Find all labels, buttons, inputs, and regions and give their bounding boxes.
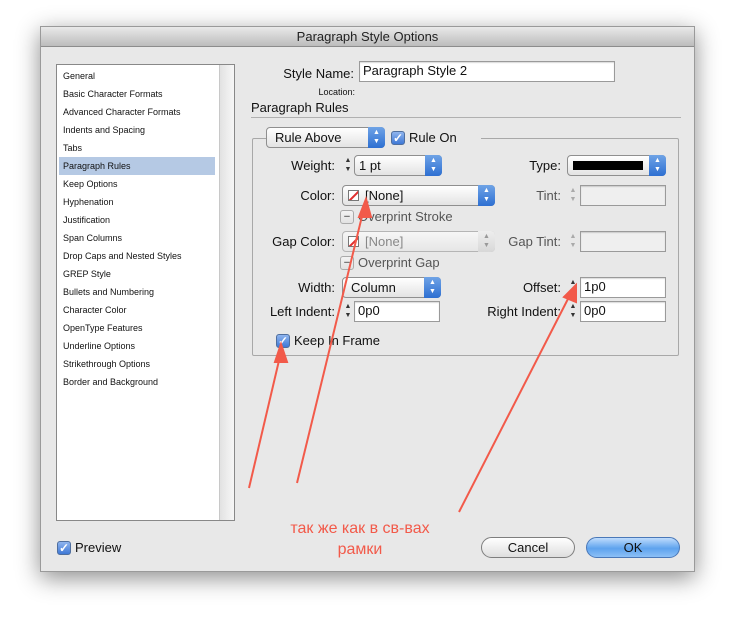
weight-label: Weight:: [291, 158, 335, 173]
right-indent-label: Right Indent:: [487, 304, 561, 319]
none-swatch-icon: [348, 190, 359, 201]
width-popup[interactable]: Column ▲ ▼: [342, 277, 441, 298]
sidebar-item-paragraph-rules[interactable]: Paragraph Rules: [59, 157, 215, 175]
annotation-line-1: так же как в св-вах: [290, 520, 430, 537]
gap-color-value: [None]: [365, 234, 404, 249]
weight-stepper[interactable]: ▲ ▼: [342, 155, 354, 175]
type-label: Type:: [529, 158, 561, 173]
dialog-window: Paragraph Style Options General Basic Ch…: [40, 26, 695, 572]
sidebar-item-grep-style[interactable]: GREP Style: [59, 265, 215, 283]
sidebar-item-span-columns[interactable]: Span Columns: [59, 229, 215, 247]
sidebar-item-character-color[interactable]: Character Color: [59, 301, 215, 319]
gap-tint-input[interactable]: [580, 231, 666, 252]
none-swatch-icon: [348, 236, 359, 247]
offset-label: Offset:: [522, 280, 561, 295]
annotation-text: так же как в св-вах рамки: [240, 518, 480, 560]
overprint-gap-checkbox[interactable]: −: [340, 256, 354, 270]
sidebar-item-underline-options[interactable]: Underline Options: [59, 337, 215, 355]
sidebar-item-tabs[interactable]: Tabs: [59, 139, 215, 157]
right-indent-input[interactable]: 0p0: [580, 301, 666, 322]
rule-on-checkbox[interactable]: ✓: [391, 131, 405, 145]
section-divider: [251, 117, 681, 118]
tint-input[interactable]: [580, 185, 666, 206]
sidebar-item-strikethrough-options[interactable]: Strikethrough Options: [59, 355, 215, 373]
width-value: Column: [351, 280, 396, 295]
preview-checkbox[interactable]: ✓: [57, 541, 71, 555]
sidebar-item-bullets-and-numbering[interactable]: Bullets and Numbering: [59, 283, 215, 301]
left-indent-input[interactable]: 0p0: [354, 301, 440, 322]
type-popup[interactable]: ▲ ▼: [567, 155, 666, 176]
sidebar-item-border-and-background[interactable]: Border and Background: [59, 373, 215, 391]
cancel-button[interactable]: Cancel: [481, 537, 575, 558]
category-list: General Basic Character Formats Advanced…: [56, 64, 235, 521]
style-name-input[interactable]: Paragraph Style 2: [359, 61, 615, 82]
weight-value: 1 pt: [359, 158, 381, 173]
section-title: Paragraph Rules: [251, 100, 349, 115]
list-scrollbar[interactable]: [219, 65, 234, 520]
gap-color-label: Gap Color:: [272, 234, 335, 249]
gap-color-popup[interactable]: [None] ▲ ▼: [342, 231, 495, 252]
left-indent-label: Left Indent:: [269, 304, 335, 319]
left-indent-stepper[interactable]: ▲ ▼: [342, 301, 354, 321]
keep-in-frame-checkbox[interactable]: ✓: [276, 334, 290, 348]
sidebar-item-indents-and-spacing[interactable]: Indents and Spacing: [59, 121, 215, 139]
popup-arrows-icon: ▲ ▼: [478, 185, 495, 206]
sidebar-item-justification[interactable]: Justification: [59, 211, 215, 229]
popup-arrows-icon: ▲ ▼: [649, 155, 666, 176]
gap-tint-stepper[interactable]: ▲ ▼: [567, 231, 579, 251]
offset-stepper[interactable]: ▲ ▼: [567, 277, 579, 297]
color-popup[interactable]: [None] ▲ ▼: [342, 185, 495, 206]
rule-type-popup[interactable]: Rule Above ▲ ▼: [266, 127, 385, 148]
annotation-line-2: рамки: [337, 541, 383, 558]
tint-label: Tint:: [536, 188, 561, 203]
right-indent-stepper[interactable]: ▲ ▼: [567, 301, 579, 321]
location-label: Location:: [318, 87, 355, 97]
ok-button[interactable]: OK: [586, 537, 680, 558]
rule-on-label: Rule On: [409, 130, 457, 145]
popup-arrows-icon: ▲ ▼: [424, 277, 441, 298]
sidebar-item-drop-caps[interactable]: Drop Caps and Nested Styles: [59, 247, 215, 265]
overprint-stroke-checkbox[interactable]: −: [340, 210, 354, 224]
sidebar-item-hyphenation[interactable]: Hyphenation: [59, 193, 215, 211]
width-label: Width:: [298, 280, 335, 295]
popup-arrows-icon: ▲ ▼: [368, 127, 385, 148]
preview-label: Preview: [75, 540, 122, 555]
popup-arrows-icon: ▲ ▼: [425, 155, 442, 176]
overprint-gap-label: Overprint Gap: [358, 255, 440, 270]
style-name-label: Style Name:: [283, 66, 354, 81]
solid-line-preview: [573, 161, 643, 170]
rule-type-value: Rule Above: [275, 130, 342, 145]
sidebar-item-keep-options[interactable]: Keep Options: [59, 175, 215, 193]
overprint-stroke-label: Overprint Stroke: [358, 209, 453, 224]
weight-combo[interactable]: 1 pt ▲ ▼: [354, 155, 442, 176]
sidebar-item-basic-character-formats[interactable]: Basic Character Formats: [59, 85, 215, 103]
title-bar[interactable]: Paragraph Style Options: [41, 27, 694, 47]
sidebar-item-general[interactable]: General: [59, 67, 215, 85]
gap-tint-label: Gap Tint:: [508, 234, 561, 249]
tint-stepper[interactable]: ▲ ▼: [567, 185, 579, 205]
keep-in-frame-label: Keep In Frame: [294, 333, 380, 348]
color-label: Color:: [300, 188, 335, 203]
color-value: [None]: [365, 188, 404, 203]
window-title: Paragraph Style Options: [296, 29, 439, 44]
offset-input[interactable]: 1p0: [580, 277, 666, 298]
sidebar-item-opentype-features[interactable]: OpenType Features: [59, 319, 215, 337]
sidebar-item-advanced-character-formats[interactable]: Advanced Character Formats: [59, 103, 215, 121]
rule-on-holder: ✓ Rule On: [385, 130, 481, 148]
